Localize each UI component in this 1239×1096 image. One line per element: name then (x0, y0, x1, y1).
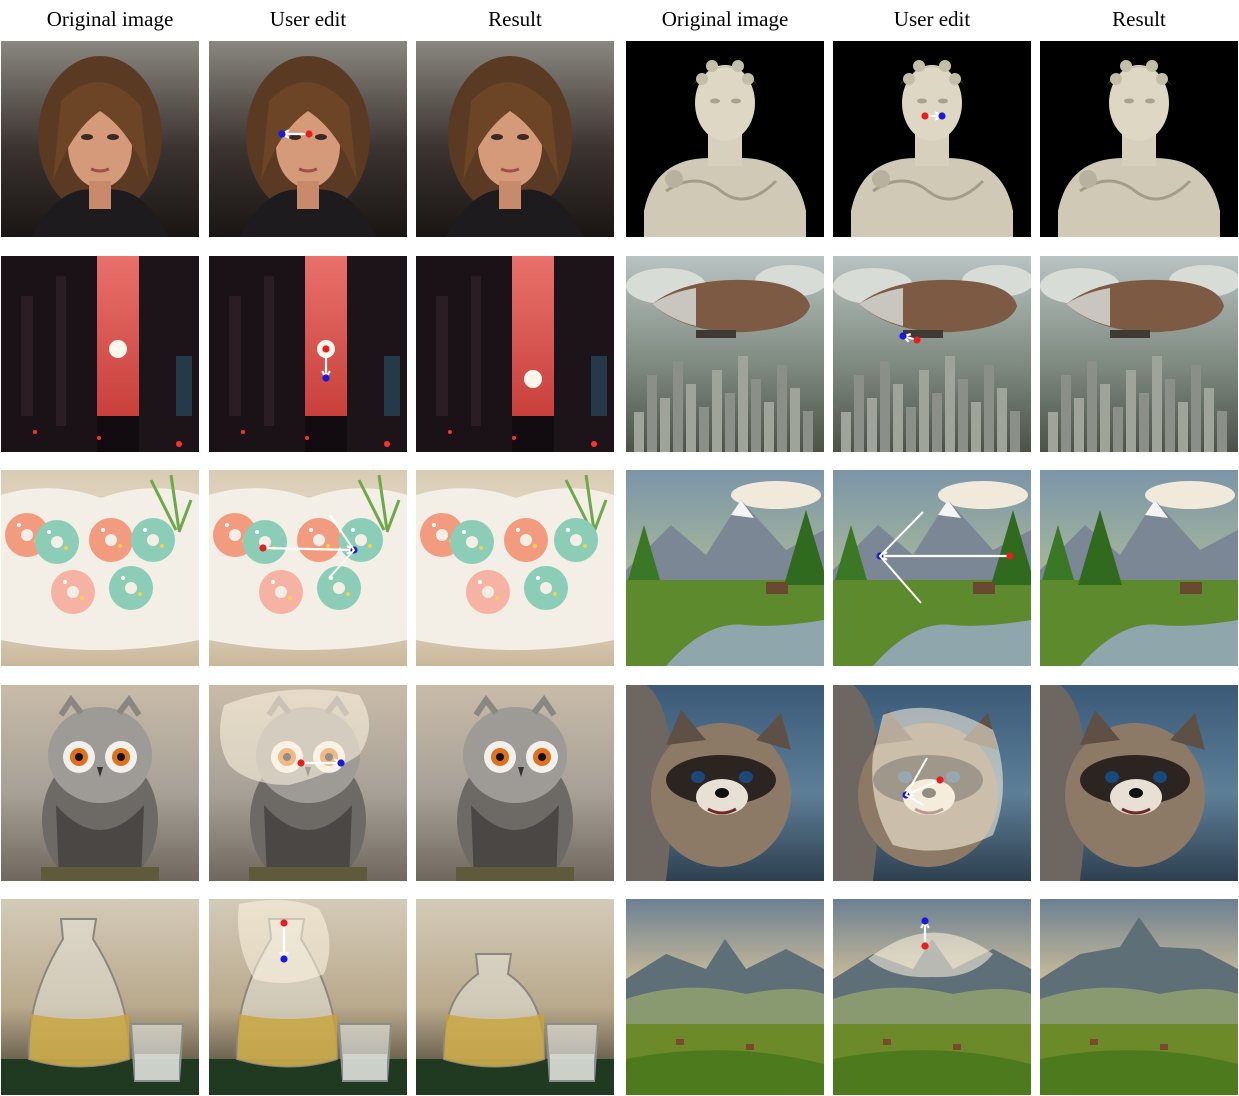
target-point (921, 917, 929, 925)
raccoon-result-image (1040, 685, 1238, 881)
raccoon-original-svg (626, 685, 824, 881)
airship-city-original-image (626, 256, 824, 452)
raccoon-edit-svg (833, 685, 1031, 881)
donuts-result-image (416, 470, 614, 666)
airship-city-result-image (1040, 256, 1238, 452)
marble-bust-edit-image (833, 41, 1031, 237)
header-user-edit-right: User edit (893, 7, 971, 31)
mountain-valley-river-original-image (626, 470, 824, 666)
mountain-landscape-edit-svg (833, 899, 1031, 1095)
marble-bust-result-svg (1040, 41, 1238, 237)
city-sunset-result-svg (416, 256, 614, 452)
city-sunset-original-image (1, 256, 199, 452)
carafe-glass-result-svg (416, 899, 614, 1095)
owl-result-svg (416, 685, 614, 881)
portrait-woman-original-svg (1, 41, 199, 237)
handle-point (259, 544, 267, 552)
marble-bust-original-svg (626, 41, 824, 237)
owl-original-svg (1, 685, 199, 881)
target-point (322, 374, 330, 382)
sun (109, 340, 127, 358)
handle-point (921, 942, 929, 950)
portrait-woman-original-image (1, 41, 199, 237)
handle-point (305, 130, 313, 138)
header-original-image-right: Original image (661, 7, 789, 31)
city-sunset-edit-image (209, 256, 407, 452)
carafe-glass-result-image (416, 899, 614, 1095)
carafe-glass-original-image (1, 899, 199, 1095)
mountain-valley-river-original-svg (626, 470, 824, 666)
city-sunset-edit-svg (209, 256, 407, 452)
target-point (278, 130, 286, 138)
target-point (899, 332, 907, 340)
airship-city-edit-svg (833, 256, 1031, 452)
mountain-valley-river-result-svg (1040, 470, 1238, 666)
donuts-original-image (1, 470, 199, 666)
portrait-woman-result-image (416, 41, 614, 237)
marble-bust-original-image (626, 41, 824, 237)
raccoon-edit-image (833, 685, 1031, 881)
target-point (337, 759, 345, 767)
raccoon-original-image (626, 685, 824, 881)
carafe-glass-original-svg (1, 899, 199, 1095)
handle-point (921, 112, 929, 120)
mountain-landscape-result-svg (1040, 899, 1238, 1095)
owl-result-image (416, 685, 614, 881)
mountain-valley-river-result-image (1040, 470, 1238, 666)
portrait-woman-edit-image (209, 41, 407, 237)
donuts-edit-image (209, 470, 407, 666)
handle-point (322, 345, 330, 353)
mountain-valley-river-edit-svg (833, 470, 1031, 666)
handle-point (936, 776, 944, 784)
handle-point (297, 759, 305, 767)
raccoon-result-svg (1040, 685, 1238, 881)
target-point (280, 955, 288, 963)
portrait-woman-edit-svg (209, 41, 407, 237)
portrait-woman-result-svg (416, 41, 614, 237)
marble-bust-edit-svg (833, 41, 1031, 237)
donuts-result-svg (416, 470, 614, 666)
mountain-valley-river-edit-image (833, 470, 1031, 666)
handle-point (913, 336, 921, 344)
mountain-landscape-edit-image (833, 899, 1031, 1095)
airship-city-result-svg (1040, 256, 1238, 452)
sun (524, 370, 542, 388)
owl-original-image (1, 685, 199, 881)
target-point (938, 112, 946, 120)
marble-bust-result-image (1040, 41, 1238, 237)
airship-city-original-svg (626, 256, 824, 452)
header-result-left: Result (488, 7, 542, 31)
owl-edit-svg (209, 685, 407, 881)
carafe-glass-edit-svg (209, 899, 407, 1095)
donuts-edit-svg (209, 470, 407, 666)
city-sunset-result-image (416, 256, 614, 452)
city-sunset-original-svg (1, 256, 199, 452)
carafe-glass-edit-image (209, 899, 407, 1095)
mountain-landscape-result-image (1040, 899, 1238, 1095)
header-result-right: Result (1112, 7, 1166, 31)
mountain-landscape-original-svg (626, 899, 824, 1095)
airship-city-edit-image (833, 256, 1031, 452)
owl-edit-image (209, 685, 407, 881)
handle-point (1006, 552, 1014, 560)
donuts-original-svg (1, 470, 199, 666)
header-user-edit-left: User edit (269, 7, 347, 31)
handle-point (280, 919, 288, 927)
mountain-landscape-original-image (626, 899, 824, 1095)
header-original-image-left: Original image (46, 7, 174, 31)
